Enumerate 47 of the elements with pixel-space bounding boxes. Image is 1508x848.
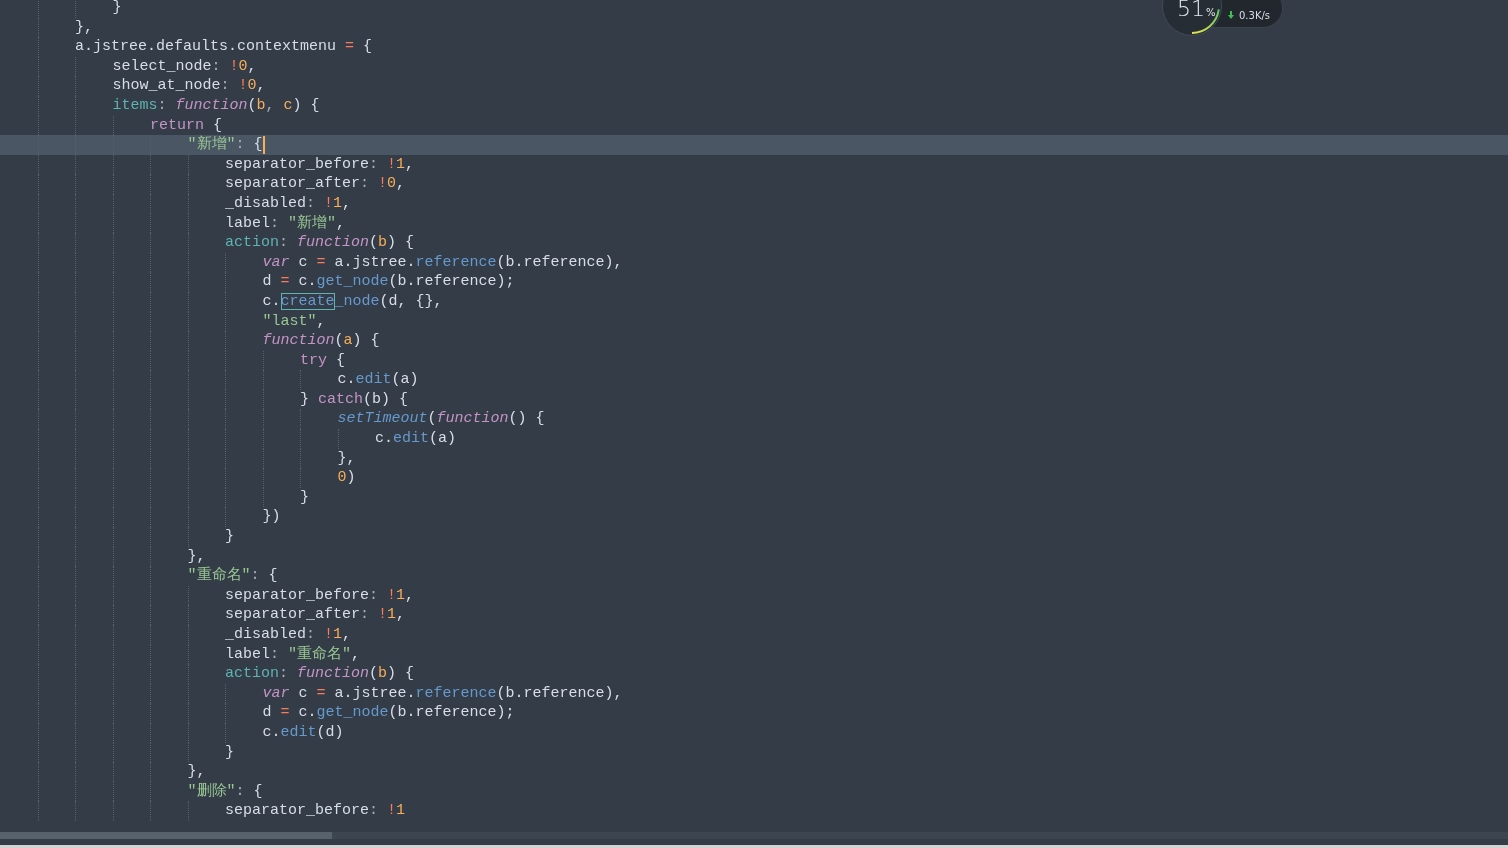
code-line: show_at_node: !0, bbox=[112, 76, 266, 96]
code-line: items: function(b, c) { bbox=[112, 95, 320, 116]
code-line: function(a) { bbox=[262, 331, 380, 351]
code-line: }) bbox=[262, 507, 281, 528]
code-line: } bbox=[225, 742, 234, 763]
code-line: } bbox=[225, 527, 234, 547]
code-line: c.edit(a) bbox=[337, 370, 419, 390]
code-line: }, bbox=[187, 762, 206, 782]
code-line: separator_before: !1, bbox=[225, 154, 415, 175]
code-line: try { bbox=[300, 350, 346, 371]
code-line: _disabled: !1, bbox=[225, 193, 352, 214]
code-line: d = c.get_node(b.reference); bbox=[262, 272, 515, 292]
code-line: separator_before: !1, bbox=[225, 585, 415, 606]
code-line: setTimeout(function() { bbox=[337, 409, 545, 430]
code-line: label: "重命名", bbox=[225, 644, 361, 665]
code-line: select_node: !0, bbox=[112, 56, 257, 77]
code-line: "新增": { bbox=[187, 135, 263, 155]
code-line: separator_after: !1, bbox=[225, 605, 406, 625]
code-line: "删除": { bbox=[187, 781, 263, 802]
code-line: var c = a.jstree.reference(b.reference), bbox=[262, 252, 623, 273]
code-line: }, bbox=[75, 17, 93, 38]
code-line: "重命名": { bbox=[187, 566, 278, 586]
scrollbar-thumb[interactable] bbox=[0, 832, 332, 839]
percent-value: 51 bbox=[1177, 0, 1205, 21]
code-line: separator_before: !1 bbox=[225, 801, 406, 821]
code-line: separator_after: !0, bbox=[225, 174, 406, 194]
percent-sign: % bbox=[1206, 7, 1216, 18]
code-line: action: function(b) { bbox=[225, 233, 415, 253]
code-line: label: "新增", bbox=[225, 213, 346, 234]
code-line: }, bbox=[187, 546, 206, 566]
code-line: var c = a.jstree.reference(b.reference), bbox=[262, 683, 623, 704]
code-line: a.jstree.defaults.contextmenu = { bbox=[75, 37, 373, 57]
download-arrow-icon bbox=[1227, 11, 1235, 19]
code-line: } bbox=[112, 0, 122, 18]
code-line: return { bbox=[150, 115, 223, 135]
horizontal-scrollbar[interactable] bbox=[0, 832, 1508, 839]
code-line: 0) bbox=[337, 468, 356, 488]
code-line: }, bbox=[337, 448, 356, 469]
code-line: d = c.get_node(b.reference); bbox=[262, 703, 515, 723]
code-line: } bbox=[300, 487, 309, 508]
download-speed: 0.3K/s bbox=[1239, 10, 1271, 21]
code-line: c.edit(d) bbox=[262, 722, 344, 743]
code-line: _disabled: !1, bbox=[225, 625, 352, 645]
code-line: c.edit(a) bbox=[375, 429, 457, 449]
code-line: } catch(b) { bbox=[300, 389, 409, 410]
code-line: action: function(b) { bbox=[225, 664, 415, 684]
code-line: "last", bbox=[262, 311, 326, 332]
